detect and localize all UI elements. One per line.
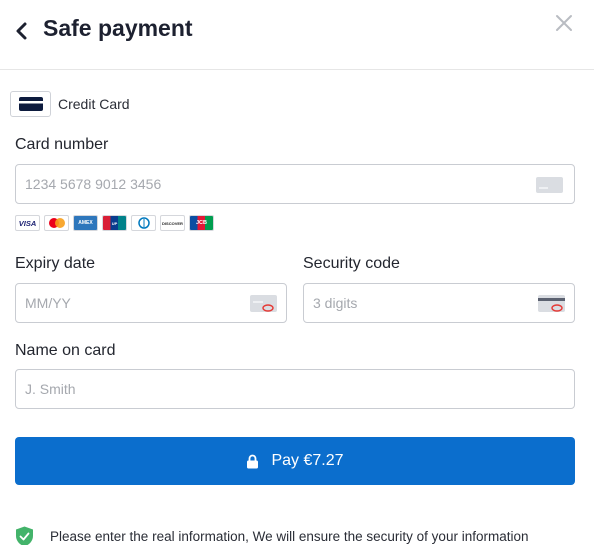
shield-check-icon: [16, 526, 33, 545]
card-number-field[interactable]: [15, 164, 575, 204]
jcb-logo: JCB: [189, 215, 214, 231]
security-notice: Please enter the real information, We wi…: [15, 525, 528, 545]
lock-icon: [246, 454, 259, 469]
close-button[interactable]: [551, 10, 577, 36]
diners-club-logo: [131, 215, 156, 231]
expiry-label: Expiry date: [15, 255, 96, 272]
chevron-left-icon: [16, 22, 27, 40]
expiry-input[interactable]: [16, 284, 286, 322]
unionpay-logo: UP: [102, 215, 127, 231]
card-number-label: Card number: [15, 136, 109, 153]
credit-card-icon: [10, 91, 51, 117]
mastercard-logo: [44, 215, 69, 231]
payment-method-label: Credit Card: [58, 96, 130, 112]
security-code-field[interactable]: [303, 283, 575, 323]
card-front-icon: [250, 295, 277, 312]
security-notice-text: Please enter the real information, We wi…: [50, 528, 529, 544]
expiry-field[interactable]: [15, 283, 287, 323]
card-number-input[interactable]: [16, 165, 574, 203]
security-code-label: Security code: [303, 255, 400, 272]
name-on-card-field[interactable]: [15, 369, 575, 409]
card-brand-list: VISA AMEX UP DISCOVER JCB: [15, 215, 214, 231]
card-back-cvv-icon: [538, 295, 565, 312]
card-icon: [536, 177, 563, 193]
name-on-card-label: Name on card: [15, 342, 116, 359]
payment-method-credit-card[interactable]: Credit Card: [10, 91, 130, 117]
name-on-card-input[interactable]: [16, 370, 574, 408]
close-icon: [556, 15, 572, 31]
amex-logo: AMEX: [73, 215, 98, 231]
visa-logo: VISA: [15, 215, 40, 231]
page-title: Safe payment: [43, 15, 193, 41]
dialog-header: Safe payment: [0, 0, 594, 70]
security-code-input[interactable]: [304, 284, 574, 322]
pay-button[interactable]: Pay €7.27: [15, 437, 575, 485]
pay-button-label: Pay €7.27: [271, 452, 344, 469]
back-button[interactable]: [10, 18, 32, 44]
discover-logo: DISCOVER: [160, 215, 185, 231]
